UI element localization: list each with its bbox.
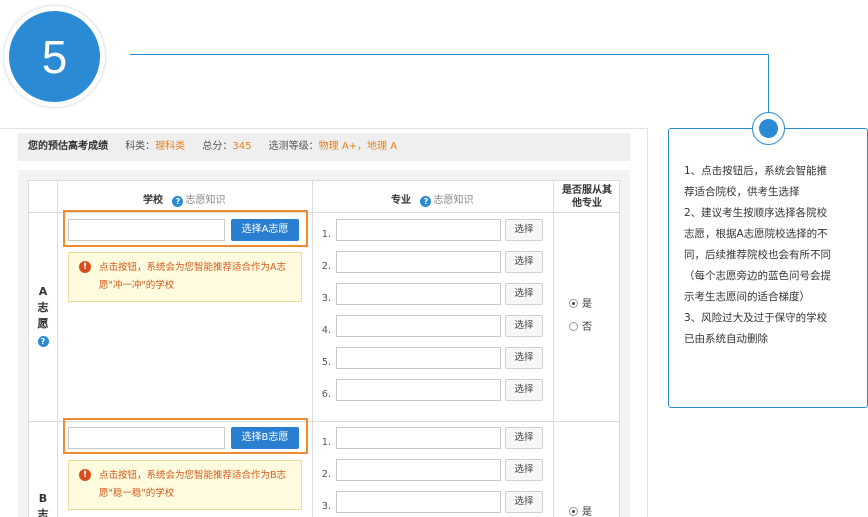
- warning-icon: !: [79, 261, 91, 273]
- total-value: 345: [232, 141, 252, 152]
- major-input[interactable]: [336, 427, 501, 449]
- col-divider: [57, 181, 58, 517]
- score-bar: 您的预估高考成绩 科类：理科类 总分：345 选测等级：物理 A+，地理 A: [18, 133, 630, 161]
- total-label: 总分：: [202, 141, 233, 152]
- accept-no-radio[interactable]: 否: [569, 318, 592, 333]
- select-b-button[interactable]: 选择B志愿: [231, 427, 299, 449]
- subject-label: 科类：: [125, 141, 156, 152]
- major-select-button[interactable]: 选择: [505, 251, 543, 273]
- radio-selected-icon: [569, 299, 578, 308]
- major-input[interactable]: [336, 283, 501, 305]
- row-a-school-input[interactable]: [68, 219, 225, 241]
- warning-icon: !: [79, 469, 91, 481]
- school-header: 学校 ? 志愿知识: [143, 195, 226, 207]
- major-header: 专业 ? 志愿知识: [391, 195, 474, 207]
- row-a-help-icon[interactable]: ?: [37, 336, 49, 347]
- major-input[interactable]: [336, 379, 501, 401]
- question-icon: ?: [172, 196, 184, 207]
- major-number: 5.: [321, 357, 331, 368]
- major-select-button[interactable]: 选择: [505, 315, 543, 337]
- major-select-button[interactable]: 选择: [505, 283, 543, 305]
- question-icon: ?: [420, 196, 432, 207]
- volunteer-table: 学校 ? 志愿知识 专业 ? 志愿知识 是否服从其他专业 A志愿 ? 选择A志愿 !…: [28, 180, 620, 517]
- accept-header: 是否服从其他专业: [562, 185, 612, 209]
- instruction-note: 1、点击按钮后，系统会智能推 荐适合院校，供考生选择 2、建议考生按顺序选择各院…: [668, 128, 868, 408]
- major-number: 1.: [321, 229, 331, 240]
- score-title: 您的预估高考成绩: [28, 141, 108, 152]
- major-input[interactable]: [336, 347, 501, 369]
- major-number: 3.: [321, 293, 331, 304]
- note-line: 同，后续推荐院校也会有所不同: [684, 249, 831, 261]
- note-line: 3、风险过大及过于保守的学校: [684, 312, 828, 324]
- col-divider: [312, 181, 313, 517]
- major-number: 3.: [321, 501, 331, 512]
- row-a-label: A志愿 ?: [37, 285, 49, 347]
- level-value: 物理 A+，地理 A: [318, 141, 398, 152]
- major-input[interactable]: [336, 219, 501, 241]
- major-input[interactable]: [336, 491, 501, 513]
- level-label: 选测等级：: [268, 141, 319, 152]
- volunteer-table-wrap: 学校 ? 志愿知识 专业 ? 志愿知识 是否服从其他专业 A志愿 ? 选择A志愿 !…: [18, 170, 630, 517]
- major-select-button[interactable]: 选择: [505, 459, 543, 481]
- major-select-button[interactable]: 选择: [505, 491, 543, 513]
- note-line: 志愿，根据A志愿院校选择的不: [684, 228, 828, 240]
- major-input[interactable]: [336, 251, 501, 273]
- major-select-button[interactable]: 选择: [505, 219, 543, 241]
- major-help-link[interactable]: ? 志愿知识: [420, 195, 473, 207]
- connector-line: [130, 54, 769, 55]
- note-anchor-dot: [752, 112, 785, 145]
- major-select-button[interactable]: 选择: [505, 347, 543, 369]
- major-number: 6.: [321, 389, 331, 400]
- radio-icon: [569, 322, 578, 331]
- major-number: 1.: [321, 437, 331, 448]
- select-a-button[interactable]: 选择A志愿: [231, 219, 299, 241]
- row-b-tip: ! 点击按钮，系统会为您智能推荐适合作为B志愿"稳一稳"的学校: [68, 460, 302, 510]
- major-input[interactable]: [336, 315, 501, 337]
- row-a-tip: ! 点击按钮，系统会为您智能推荐适合作为A志愿"冲一冲"的学校: [68, 252, 302, 302]
- subject-value: 理科类: [155, 141, 186, 152]
- note-line: 已由系统自动删除: [684, 333, 768, 345]
- row-b-school-input[interactable]: [68, 427, 225, 449]
- note-line: 示考生志愿间的适合梯度）: [684, 291, 810, 303]
- note-line: 2、建议考生按顺序选择各院校: [684, 207, 828, 219]
- col-divider: [553, 181, 554, 517]
- note-line: 荐适合院校，供考生选择: [684, 186, 800, 198]
- major-number: 4.: [321, 325, 331, 336]
- major-number: 2.: [321, 261, 331, 272]
- school-help-link[interactable]: ? 志愿知识: [172, 195, 225, 207]
- radio-selected-icon: [569, 507, 578, 516]
- note-line: （每个志愿旁边的蓝色问号会提: [684, 270, 831, 282]
- major-select-button[interactable]: 选择: [505, 379, 543, 401]
- major-input[interactable]: [336, 459, 501, 481]
- note-line: 1、点击按钮后，系统会智能推: [684, 165, 828, 177]
- major-select-button[interactable]: 选择: [505, 427, 543, 449]
- accept-yes-radio[interactable]: 是: [569, 295, 592, 310]
- connector-line-vertical: [768, 54, 769, 116]
- step-number-badge: 5: [9, 11, 100, 102]
- accept-yes-radio[interactable]: 是: [569, 503, 592, 517]
- major-number: 2.: [321, 469, 331, 480]
- row-b-label: B志: [37, 492, 49, 517]
